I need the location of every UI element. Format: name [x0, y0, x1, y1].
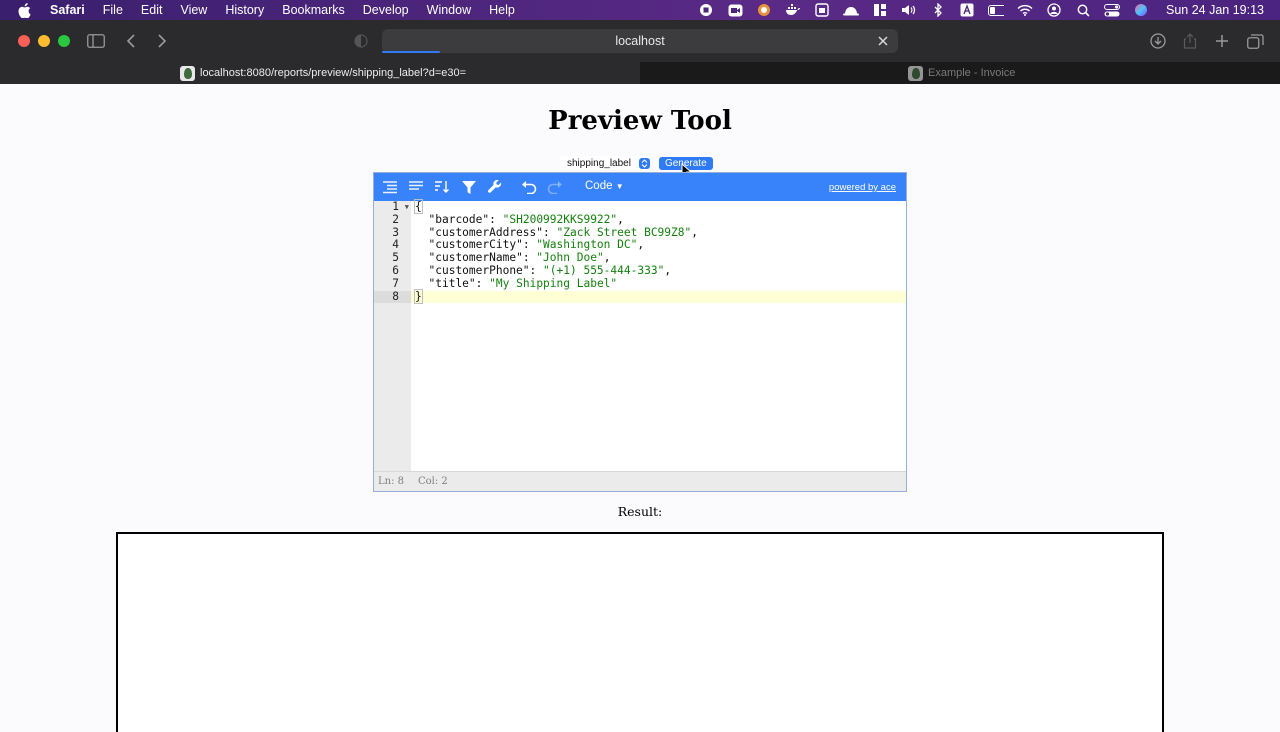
wifi-icon[interactable]	[1017, 3, 1033, 17]
json-key: customerAddress	[435, 225, 537, 239]
json-key: customerPhone	[435, 263, 523, 277]
forward-chevron-icon[interactable]	[152, 31, 172, 51]
battery-icon[interactable]	[988, 3, 1004, 17]
sidebar-toggle-icon[interactable]	[86, 31, 106, 51]
control-center-icon[interactable]	[1104, 3, 1120, 17]
web-page: Preview Tool shipping_label Generate Cod…	[0, 84, 1280, 732]
menu-window[interactable]: Window	[427, 3, 471, 17]
address-text: localhost	[615, 34, 665, 48]
new-tab-icon[interactable]	[1212, 31, 1232, 51]
sort-icon[interactable]	[434, 179, 450, 195]
json-value: John Doe	[543, 251, 597, 265]
share-icon[interactable]	[1180, 31, 1200, 51]
template-select[interactable]: shipping_label	[560, 156, 650, 170]
cursor-col: Col: 2	[418, 476, 448, 487]
layout-grid-icon[interactable]	[872, 3, 888, 17]
filter-icon[interactable]	[461, 179, 477, 195]
format-json-icon[interactable]	[382, 179, 398, 195]
search-icon[interactable]	[1075, 3, 1091, 17]
bluetooth-icon[interactable]	[930, 3, 946, 17]
menu-bookmarks[interactable]: Bookmarks	[282, 3, 345, 17]
result-label: Result:	[617, 504, 663, 519]
line-number: 7	[392, 276, 399, 290]
downloads-icon[interactable]	[1148, 31, 1168, 51]
menubar-clock[interactable]: Sun 24 Jan 19:13	[1166, 3, 1264, 17]
site-favicon-icon	[908, 65, 923, 81]
record-icon[interactable]	[698, 3, 714, 17]
mode-label: Code	[585, 180, 613, 192]
siri-icon[interactable]	[1133, 3, 1149, 17]
line-number: 2	[392, 212, 399, 226]
tab-invoice[interactable]: Example - Invoice	[640, 62, 1280, 84]
json-value: Zack Street BC99Z8	[563, 225, 685, 239]
chevron-down-icon: ▼	[615, 182, 624, 191]
menu-edit[interactable]: Edit	[141, 3, 163, 17]
close-window-button[interactable]	[18, 35, 30, 47]
repair-wrench-icon[interactable]	[487, 179, 503, 195]
select-arrows-icon	[638, 157, 650, 169]
editor-statusbar: Ln: 8 Col: 2	[374, 471, 906, 491]
menu-file[interactable]: File	[103, 3, 123, 17]
docker-icon[interactable]	[785, 3, 801, 17]
volume-icon[interactable]	[901, 3, 917, 17]
user-account-icon[interactable]	[1046, 3, 1062, 17]
tab-bar: localhost:8080/reports/preview/shipping_…	[0, 62, 1280, 84]
json-value: Washington DC	[543, 238, 631, 252]
page-load-progress	[382, 51, 440, 53]
tab-overview-icon[interactable]	[1245, 31, 1265, 51]
menu-view[interactable]: View	[180, 3, 207, 17]
zoom-window-button[interactable]	[58, 35, 70, 47]
json-key: barcode	[435, 212, 483, 226]
browser-toolbar: localhost	[0, 20, 1280, 62]
page-title: Preview Tool	[548, 106, 732, 136]
menu-app-safari[interactable]: Safari	[50, 3, 85, 17]
cursor-line: Ln: 8	[378, 476, 404, 487]
stop-loading-icon[interactable]	[876, 34, 890, 48]
close-brace: }	[414, 288, 423, 304]
menu-develop[interactable]: Develop	[363, 3, 409, 17]
site-favicon-icon	[180, 65, 195, 81]
window-controls	[18, 35, 70, 47]
tab-title: localhost:8080/reports/preview/shipping_…	[200, 67, 467, 79]
template-select-value: shipping_label	[567, 157, 631, 169]
json-key: title	[435, 276, 469, 290]
code-line-active: }	[411, 288, 906, 304]
line-number: 6	[392, 263, 399, 277]
fold-toggle-icon[interactable]: ▼	[405, 201, 409, 214]
menu-help[interactable]: Help	[489, 3, 515, 17]
line-number: 1 ▼	[392, 200, 409, 214]
json-key: customerCity	[435, 238, 517, 252]
menu-history[interactable]: History	[225, 3, 264, 17]
apple-menu-icon[interactable]	[18, 2, 32, 18]
minimize-window-button[interactable]	[38, 35, 50, 47]
json-value: SH200992KKS9922	[509, 212, 611, 226]
code-line: "title": "My Shipping Label"	[428, 276, 618, 290]
tab-title: Example - Invoice	[928, 67, 1016, 79]
redo-icon[interactable]	[547, 179, 563, 195]
mode-menu[interactable]: Code ▼	[585, 180, 624, 192]
undo-icon[interactable]	[521, 179, 537, 195]
code-area[interactable]: { "barcode": "SH200992KKS9922", "custome…	[411, 199, 906, 471]
result-frame	[116, 532, 1164, 732]
colorful-app-icon[interactable]	[756, 3, 772, 17]
menu-bar: Safari File Edit View History Bookmarks …	[0, 0, 1280, 20]
address-bar[interactable]: localhost	[382, 29, 898, 53]
privacy-shield-icon[interactable]	[351, 31, 371, 51]
zoom-app-icon[interactable]	[727, 3, 743, 17]
tab-preview[interactable]: localhost:8080/reports/preview/shipping_…	[0, 62, 640, 84]
json-value: (+1) 555-444-333	[549, 263, 658, 277]
line-number: 8	[374, 290, 411, 304]
editor-gutter: 1 ▼ 2 3 4 5 6 7 8	[374, 200, 411, 471]
powered-by-ace-link[interactable]: powered by ace	[829, 182, 896, 193]
open-brace: {	[414, 199, 423, 214]
input-source-icon[interactable]	[959, 3, 975, 17]
compact-json-icon[interactable]	[408, 179, 424, 195]
calendar-menu-icon[interactable]	[814, 3, 830, 17]
editor-toolbar: Code ▼ powered by ace	[374, 173, 906, 201]
back-chevron-icon[interactable]	[121, 31, 141, 51]
json-value: My Shipping Label	[495, 276, 611, 290]
cloud-hat-icon[interactable]	[843, 3, 859, 17]
json-key: customerName	[435, 251, 517, 265]
json-editor: Code ▼ powered by ace 1 ▼ 2 3 4 5 6 7 8 {…	[373, 172, 907, 492]
